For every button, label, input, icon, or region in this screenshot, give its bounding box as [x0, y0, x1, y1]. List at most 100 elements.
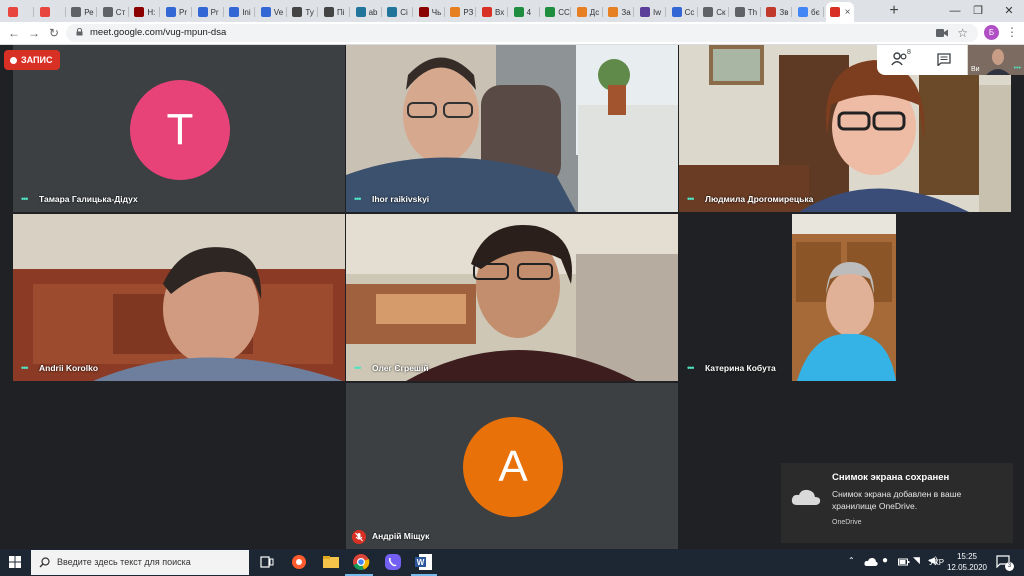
participant-tile-kateryna[interactable]: ••• Катерина Кобута — [679, 214, 1011, 381]
browser-tab[interactable]: Ve — [257, 2, 287, 22]
browser-tab[interactable]: Ty — [288, 2, 319, 22]
search-icon — [39, 557, 50, 568]
audio-level-icon: ••• — [354, 363, 362, 373]
participant-tile-ihor[interactable]: ••• Ihor raikivskyi — [346, 45, 678, 212]
battery-icon[interactable] — [898, 557, 910, 567]
participant-tile-andrii-mishchuk[interactable]: A Андрій Міщук — [346, 383, 678, 549]
browser-tab[interactable]: Ск — [699, 2, 730, 22]
taskbar-search[interactable]: Введите здесь текст для поиска — [31, 550, 249, 575]
windows-start-icon[interactable] — [0, 549, 30, 576]
tab-label: Н: — [147, 7, 156, 17]
browser-tab[interactable]: Th — [731, 2, 761, 22]
profile-avatar[interactable]: Б — [984, 25, 999, 40]
address-bar[interactable]: meet.google.com/vug-mpun-dsa ☆ — [66, 24, 978, 42]
word-icon[interactable]: W — [415, 553, 433, 571]
tab-favicon-icon — [134, 7, 145, 17]
chat-icon[interactable] — [937, 53, 951, 66]
tab-label: Ci — [400, 7, 408, 17]
browser-tab[interactable]: Ре — [67, 2, 98, 22]
browser-tab[interactable]: Чь — [415, 2, 445, 22]
tab-label: Pr — [210, 7, 219, 17]
tab-separator — [475, 7, 477, 17]
tab-label: Iw — [653, 7, 661, 17]
tab-label: Сс — [684, 7, 695, 17]
video-feed — [13, 214, 345, 381]
tab-label: CC — [558, 7, 570, 17]
browser-tab[interactable]: бє — [794, 2, 824, 22]
participant-tile-andrii-korolko[interactable]: ••• Andrii Korolko — [13, 214, 345, 381]
network-icon[interactable]: ◥ — [913, 555, 920, 566]
tab-separator — [33, 7, 34, 17]
tab-favicon-icon — [102, 7, 113, 17]
browser-tab[interactable] — [4, 2, 34, 22]
participant-tile-oleh[interactable]: ••• Олег Єгрешій — [346, 214, 678, 381]
browser-tab[interactable]: Pr — [194, 2, 224, 22]
chrome-icon[interactable] — [352, 553, 370, 571]
tab-separator — [159, 7, 161, 17]
screenshot-notification[interactable]: Снимок экрана сохранен Снимок экрана доб… — [781, 463, 1013, 543]
tab-label: Ск — [716, 7, 726, 17]
browser-tab[interactable]: Н: — [130, 2, 161, 22]
tab-label: Ty — [305, 7, 314, 17]
video-feed — [346, 45, 678, 212]
mic-off-icon — [352, 530, 366, 544]
tab-label: Pr — [179, 7, 187, 17]
clock[interactable]: 15:25 12.05.2020 — [944, 552, 990, 572]
tab-meet-active[interactable]: × — [825, 2, 854, 22]
media-app-icon[interactable] — [290, 553, 308, 571]
browser-toolbar: ← → ↻ meet.google.com/vug-mpun-dsa ☆ Б ⋮ — [0, 22, 1024, 45]
tab-favicon-icon — [39, 7, 50, 17]
browser-tab[interactable]: Сс — [668, 2, 698, 22]
action-center-button[interactable]: 3 — [996, 555, 1014, 573]
tab-separator — [791, 7, 793, 17]
back-button[interactable]: ← — [6, 25, 22, 41]
camera-icon[interactable] — [936, 28, 948, 38]
browser-tab[interactable]: CC — [541, 2, 572, 22]
tab-favicon-icon — [418, 7, 429, 17]
browser-tab[interactable]: РЗ — [446, 2, 477, 22]
browser-tab[interactable]: Iw — [636, 2, 666, 22]
browser-tab[interactable]: ab — [352, 2, 382, 22]
browser-tab[interactable]: Pr — [162, 2, 192, 22]
browser-tab[interactable]: Ст — [99, 2, 129, 22]
participant-name: Andrii Korolko — [39, 363, 99, 373]
browser-tab[interactable]: 4 — [510, 2, 540, 22]
new-tab-button[interactable]: + — [884, 2, 904, 20]
tab-label: Зв — [779, 7, 789, 17]
browser-tab[interactable] — [36, 2, 66, 22]
task-view-icon[interactable] — [258, 553, 276, 571]
close-tab-icon[interactable]: × — [845, 7, 851, 18]
onedrive-tray-icon[interactable] — [864, 557, 878, 567]
tab-separator — [191, 7, 192, 17]
browser-tab[interactable]: Вх — [478, 2, 508, 22]
browser-tab[interactable]: Дс — [573, 2, 603, 22]
search-placeholder: Введите здесь текст для поиска — [57, 557, 191, 567]
close-window-button[interactable]: ✕ — [986, 0, 1024, 22]
tray-app-icon[interactable]: ● — [882, 555, 888, 566]
file-explorer-icon[interactable] — [322, 553, 340, 571]
browser-tab[interactable]: Ci — [383, 2, 414, 22]
browser-tab[interactable]: Зв — [762, 2, 793, 22]
language-indicator[interactable]: УКР — [929, 558, 944, 567]
forward-button[interactable]: → — [26, 25, 42, 41]
bookmark-star-icon[interactable]: ☆ — [957, 26, 968, 40]
viber-icon[interactable] — [384, 553, 402, 571]
lock-icon — [76, 28, 83, 36]
tab-separator — [570, 7, 572, 17]
self-view-tile[interactable]: Ви ••• — [968, 45, 1024, 75]
browser-tab[interactable]: Пі — [320, 2, 350, 22]
tab-favicon-icon — [608, 7, 619, 17]
browser-tab[interactable]: Ini — [225, 2, 256, 22]
browser-tab[interactable]: За — [604, 2, 635, 22]
audio-level-icon: ••• — [21, 194, 29, 204]
tab-favicon-icon — [292, 7, 303, 17]
participant-name: Андрій Міщук — [372, 531, 430, 541]
participant-name: Ihor raikivskyi — [372, 194, 430, 204]
tray-chevron-icon[interactable]: ⌃ — [848, 556, 855, 565]
reload-button[interactable]: ↻ — [46, 25, 62, 41]
people-button[interactable]: 8 — [891, 49, 911, 71]
participant-tile-tamara[interactable]: T ••• Тамара Галицька-Дідух — [13, 45, 345, 212]
browser-menu-icon[interactable]: ⋮ — [1006, 25, 1018, 39]
tab-label: Дс — [589, 7, 600, 17]
self-audio-level-icon: ••• — [1013, 65, 1021, 72]
